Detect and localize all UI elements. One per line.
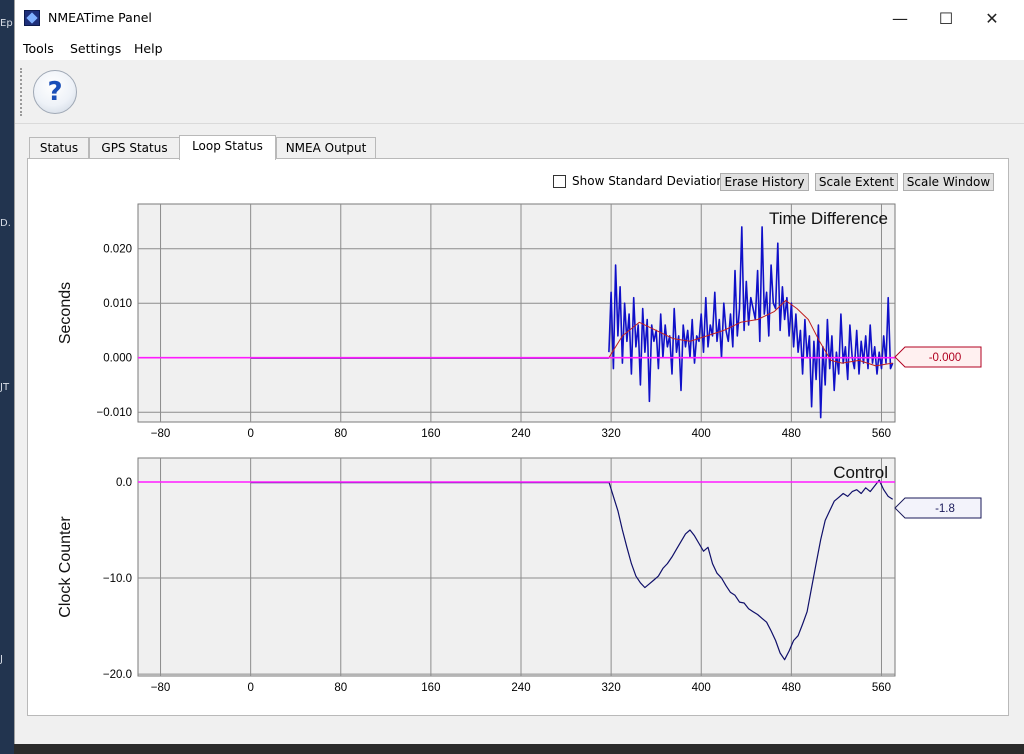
x-tick-label: 80 [334,428,347,440]
y-tick-label: 0.020 [103,244,132,256]
tab-loop-status[interactable]: Loop Status [179,135,276,160]
x-tick-label: −80 [151,682,171,694]
y-tick-label: 0.010 [103,298,132,310]
x-tick-label: 240 [511,428,530,440]
current-value-label: -0.000 [929,352,962,364]
x-tick-label: 480 [782,682,801,694]
x-tick-label: 560 [872,428,891,440]
x-tick-label: 400 [692,682,711,694]
chart-title: Control [833,463,888,482]
chart-title: Time Difference [769,209,888,228]
y-tick-label: −20.0 [103,669,132,681]
charts-layer: −80 0 80 160 240 320 400 480 560 0.020 0.010 0.000 −… [57,203,982,694]
y-tick-label: 0.000 [103,353,132,365]
x-tick-label: 320 [602,682,621,694]
x-tick-label: 80 [334,682,347,694]
y-tick-label: −0.010 [97,407,133,419]
current-value-label: -1.8 [935,503,955,515]
x-tick-label: 560 [872,682,891,694]
y-axis-label: Clock Counter [57,516,74,618]
plot-area [137,457,896,677]
x-tick-label: 0 [247,428,253,440]
x-tick-label: 400 [692,428,711,440]
x-tick-label: 160 [421,682,440,694]
x-tick-label: 320 [602,428,621,440]
x-tick-label: −80 [151,428,171,440]
x-tick-label: 480 [782,428,801,440]
x-tick-label: 0 [247,682,253,694]
y-axis-label: Seconds [57,282,74,344]
x-tick-label: 240 [511,682,530,694]
y-tick-label: −10.0 [103,573,132,585]
y-tick-label: 0.0 [116,477,132,489]
x-tick-label: 160 [421,428,440,440]
